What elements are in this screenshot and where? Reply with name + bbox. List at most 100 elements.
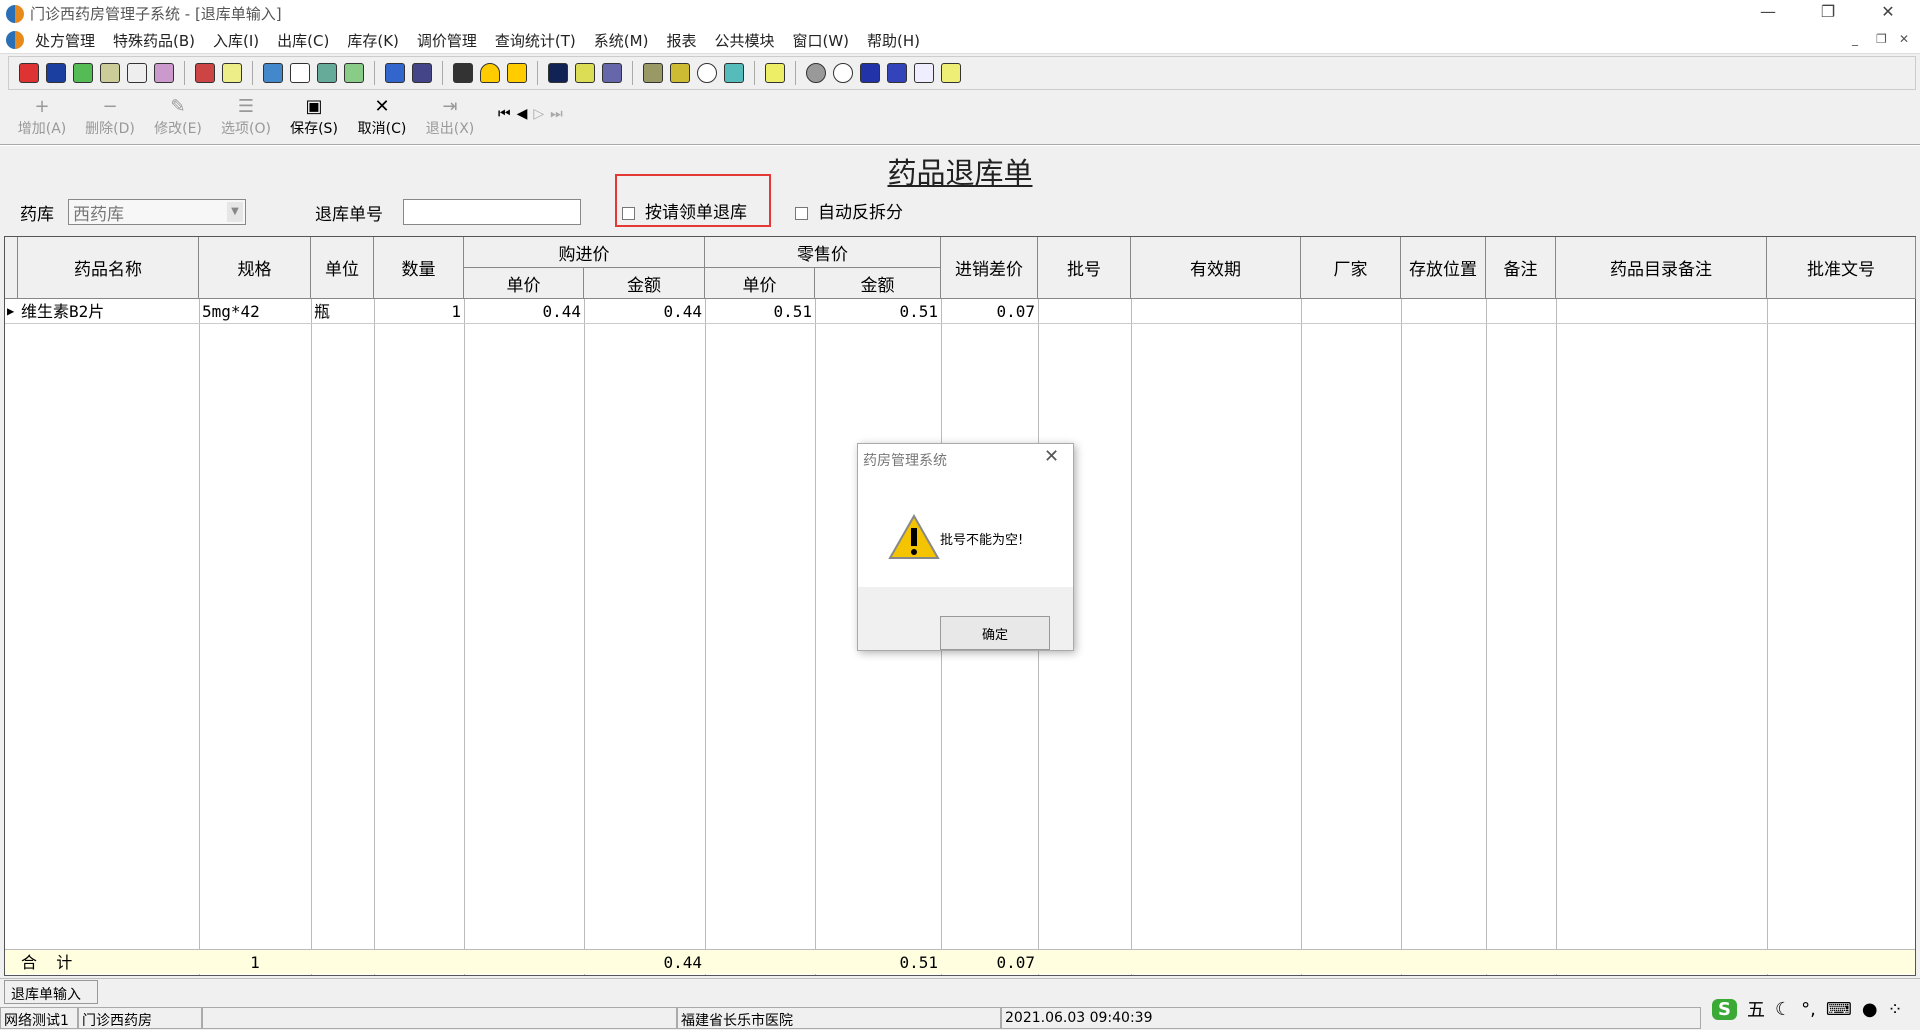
toolbar-icon-18[interactable] bbox=[548, 63, 568, 83]
menu-prescription[interactable]: 处方管理 bbox=[35, 30, 95, 51]
menu-window[interactable]: 窗口(W) bbox=[792, 30, 849, 51]
menu-price-adjust[interactable]: 调价管理 bbox=[417, 30, 477, 51]
header-purchase-price: 购进价 bbox=[464, 237, 705, 268]
header-approval-no: 批准文号 bbox=[1767, 237, 1916, 299]
binoculars-icon[interactable] bbox=[127, 63, 147, 83]
total-price-diff: 0.07 bbox=[996, 953, 1035, 972]
first-record-icon[interactable]: ⏮ bbox=[498, 106, 517, 122]
toolbar-icon-11[interactable] bbox=[317, 63, 337, 83]
apps-icon[interactable]: ⁘ bbox=[1888, 999, 1903, 1020]
moon-icon[interactable]: ☾ bbox=[1775, 999, 1791, 1020]
total-retail-amount: 0.51 bbox=[899, 953, 938, 972]
checkbox-icon[interactable] bbox=[290, 63, 310, 83]
prev-record-icon[interactable]: ◀ bbox=[517, 106, 534, 122]
menu-inventory[interactable]: 库存(K) bbox=[347, 30, 399, 51]
cell-spec[interactable]: 5mg*42 bbox=[199, 299, 311, 324]
grid-icon[interactable] bbox=[453, 63, 473, 83]
toolbar-icon-9[interactable] bbox=[263, 63, 283, 83]
next-record-icon[interactable]: ▷ bbox=[533, 106, 550, 122]
magnifier-icon[interactable] bbox=[697, 63, 717, 83]
toolbar-icon-8[interactable] bbox=[222, 63, 242, 83]
cell-purchase-price[interactable]: 0.44 bbox=[464, 299, 584, 324]
table-row[interactable]: ▶ 维生素B2片 5mg*42 瓶 1 0.44 0.44 0.51 0.51 … bbox=[5, 299, 1915, 324]
cascade-icon[interactable] bbox=[887, 63, 907, 83]
cell-retail-amount[interactable]: 0.51 bbox=[815, 299, 941, 324]
ok-button[interactable]: 确定 bbox=[940, 616, 1050, 650]
ime-mode[interactable]: 五 bbox=[1747, 996, 1765, 1022]
toolbar-icon-24[interactable] bbox=[724, 63, 744, 83]
keyboard-icon[interactable]: ⌨ bbox=[1826, 999, 1852, 1020]
app-logo-icon bbox=[6, 4, 24, 23]
chevron-down-icon[interactable]: ▼ bbox=[227, 202, 243, 222]
minimize-button[interactable]: — bbox=[1748, 2, 1788, 21]
mdi-close-button[interactable]: ✕ bbox=[1899, 32, 1909, 46]
menu-special-drugs[interactable]: 特殊药品(B) bbox=[113, 30, 195, 51]
toolbar-icon-21[interactable] bbox=[643, 63, 663, 83]
toolbar-icon-2[interactable] bbox=[46, 63, 66, 83]
menu-common[interactable]: 公共模块 bbox=[714, 30, 774, 51]
menu-stock-in[interactable]: 入库(I) bbox=[213, 30, 259, 51]
tab-return-input[interactable]: 退库单输入 bbox=[4, 980, 98, 1004]
close-button[interactable]: ✕ bbox=[1868, 2, 1908, 21]
toolbar-icon-26[interactable] bbox=[806, 63, 826, 83]
thermometer-icon[interactable] bbox=[670, 63, 690, 83]
toolbar-icon-4[interactable] bbox=[100, 63, 120, 83]
dialog-message: 批号不能为空! bbox=[940, 533, 1024, 548]
cancel-button[interactable]: ✕ 取消(C) bbox=[348, 96, 416, 138]
restore-button[interactable]: ❐ bbox=[1808, 2, 1848, 21]
options-button[interactable]: ☰ 选项(O) bbox=[212, 96, 280, 138]
row-indicator-header bbox=[5, 237, 18, 299]
checkmark-icon[interactable] bbox=[73, 63, 93, 83]
status-datetime: 2021.06.03 09:40:39 bbox=[1001, 1007, 1701, 1029]
cell-retail-price[interactable]: 0.51 bbox=[705, 299, 815, 324]
edit-button[interactable]: ✎ 修改(E) bbox=[144, 96, 212, 138]
header-spec: 规格 bbox=[199, 237, 311, 299]
toolbar-icon-6[interactable] bbox=[154, 63, 174, 83]
punctuation-icon[interactable]: °, bbox=[1801, 999, 1816, 1020]
auto-split-checkbox[interactable]: 自动反拆分 bbox=[795, 198, 903, 223]
add-button[interactable]: + 增加(A) bbox=[8, 96, 76, 138]
cell-drug-name[interactable]: 维生素B2片 bbox=[18, 299, 199, 324]
toolbar-icon-20[interactable] bbox=[602, 63, 622, 83]
header-purchase-unit-price: 单价 bbox=[464, 268, 584, 299]
pharmacy-select[interactable]: 西药库 ▼ bbox=[68, 199, 246, 225]
cell-price-diff[interactable]: 0.07 bbox=[941, 299, 1038, 324]
menu-help[interactable]: 帮助(H) bbox=[867, 30, 920, 51]
bell-icon[interactable] bbox=[480, 63, 500, 83]
mdi-restore-button[interactable]: ❐ bbox=[1876, 32, 1887, 46]
toolbar-icon-12[interactable] bbox=[344, 63, 364, 83]
last-record-icon[interactable]: ⏭ bbox=[550, 106, 569, 122]
user-icon[interactable]: ● bbox=[1862, 999, 1878, 1020]
cell-qty[interactable]: 1 bbox=[374, 299, 464, 324]
add-icon: + bbox=[34, 96, 50, 117]
delete-button[interactable]: − 删除(D) bbox=[76, 96, 144, 138]
sogou-ime-icon[interactable]: S bbox=[1712, 998, 1737, 1020]
form-title: 药品退库单 bbox=[887, 156, 1033, 190]
menu-system[interactable]: 系统(M) bbox=[594, 30, 649, 51]
return-no-input[interactable] bbox=[403, 199, 581, 225]
toolbar-icon-19[interactable] bbox=[575, 63, 595, 83]
header-qty: 数量 bbox=[374, 237, 464, 299]
toolbar-icon-1[interactable] bbox=[19, 63, 39, 83]
toolbar-icon-28[interactable] bbox=[860, 63, 880, 83]
toolbar-icon-13[interactable] bbox=[385, 63, 405, 83]
save-button[interactable]: ▣ 保存(S) bbox=[280, 96, 348, 138]
toolbar-icon-31[interactable] bbox=[941, 63, 961, 83]
toolbar-icon-14[interactable] bbox=[412, 63, 432, 83]
menu-stock-out[interactable]: 出库(C) bbox=[277, 30, 329, 51]
dialog-close-button[interactable]: ✕ bbox=[1044, 446, 1059, 467]
cell-purchase-amount[interactable]: 0.44 bbox=[584, 299, 705, 324]
toolbar-icon-17[interactable] bbox=[507, 63, 527, 83]
exit-icon: ⇥ bbox=[442, 96, 458, 117]
toolbar-icon-30[interactable] bbox=[914, 63, 934, 83]
menu-reports[interactable]: 报表 bbox=[666, 30, 696, 51]
zoom-icon[interactable] bbox=[833, 63, 853, 83]
by-requisition-checkbox[interactable]: 按请领单退库 bbox=[622, 198, 747, 223]
header-retail-unit-price: 单价 bbox=[705, 268, 815, 299]
toolbar-icon-25[interactable] bbox=[765, 63, 785, 83]
menu-query-stats[interactable]: 查询统计(T) bbox=[495, 30, 576, 51]
mdi-minimize-button[interactable]: _ bbox=[1852, 32, 1858, 46]
cell-unit[interactable]: 瓶 bbox=[311, 299, 374, 324]
toolbar-icon-7[interactable] bbox=[195, 63, 215, 83]
exit-button[interactable]: ⇥ 退出(X) bbox=[416, 96, 484, 138]
